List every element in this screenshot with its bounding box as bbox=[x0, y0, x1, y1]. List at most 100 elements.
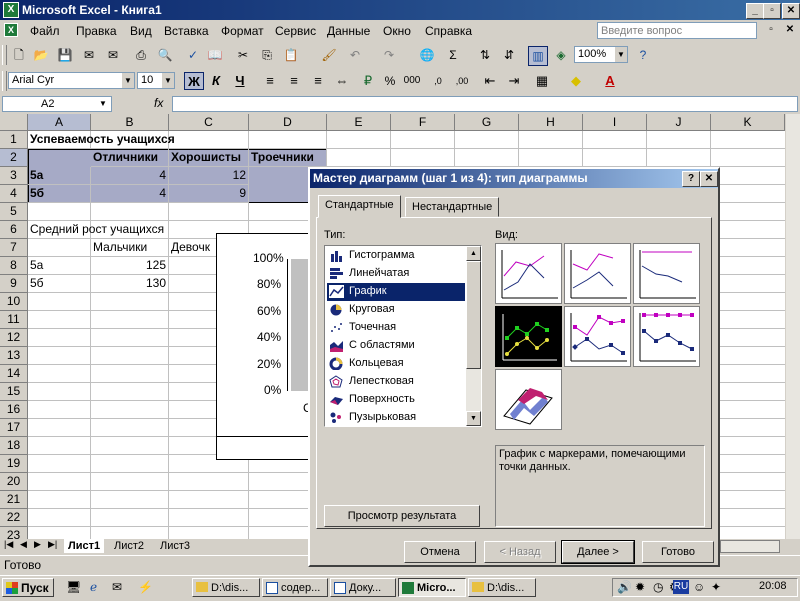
next-button[interactable]: Далее > bbox=[561, 540, 635, 564]
help-icon[interactable]: ? bbox=[634, 46, 652, 64]
taskbar-item[interactable]: D:\dis... bbox=[192, 578, 260, 597]
menu-format[interactable]: Формат bbox=[221, 24, 264, 38]
doc-restore-button[interactable]: ▫ bbox=[763, 23, 779, 37]
mail-icon[interactable]: ✉ bbox=[104, 46, 122, 64]
maximize-button[interactable]: ▫ bbox=[763, 3, 781, 19]
preview-result-button[interactable]: Просмотр результата bbox=[324, 505, 480, 527]
row-header[interactable]: 9 bbox=[0, 275, 28, 293]
font-name-select[interactable]: Arial Cyr ▼ bbox=[8, 72, 135, 89]
row-header[interactable]: 15 bbox=[0, 383, 28, 401]
currency-icon[interactable]: ₽ bbox=[358, 72, 378, 90]
cell-a8[interactable]: 5а bbox=[28, 257, 91, 275]
formula-input[interactable] bbox=[172, 96, 798, 112]
volume-icon[interactable]: 🔊 bbox=[617, 580, 632, 594]
scroll-up-icon[interactable]: ▲ bbox=[466, 246, 481, 261]
show-desktop-icon[interactable]: 🖥 bbox=[66, 580, 81, 594]
start-button[interactable]: Пуск bbox=[2, 578, 54, 597]
sheet-tab-3[interactable]: Лист3 bbox=[156, 539, 194, 553]
row-header[interactable]: 14 bbox=[0, 365, 28, 383]
select-all-corner[interactable] bbox=[0, 114, 28, 131]
save-icon[interactable]: 💾 bbox=[56, 46, 74, 64]
chart-type-item[interactable]: Пузырьковая bbox=[327, 409, 465, 426]
cell-a1[interactable]: Успеваемость учащихся bbox=[28, 131, 228, 149]
row-header[interactable]: 23 bbox=[0, 527, 28, 539]
row-header[interactable]: 22 bbox=[0, 509, 28, 527]
row-header[interactable]: 3 bbox=[0, 167, 28, 185]
minimize-button[interactable]: _ bbox=[746, 3, 764, 19]
back-button[interactable]: < Назад bbox=[484, 541, 556, 563]
subtype-line[interactable] bbox=[495, 243, 562, 304]
cell-d2[interactable]: Троечники bbox=[249, 149, 327, 167]
cut-icon[interactable]: ✂ bbox=[234, 46, 252, 64]
chevron-down-icon[interactable]: ▼ bbox=[162, 73, 174, 88]
menu-tools[interactable]: Сервис bbox=[275, 24, 316, 38]
prev-sheet-icon[interactable]: ◀ bbox=[20, 539, 27, 550]
column-header-e[interactable]: E bbox=[327, 114, 391, 131]
sort-ascending-icon[interactable]: ⇅ bbox=[476, 46, 494, 64]
sheet-tab-1[interactable]: Лист1 bbox=[64, 539, 105, 553]
quick-launch-icon[interactable]: ⚡ bbox=[138, 580, 153, 594]
cell-b2[interactable]: Отличники bbox=[91, 149, 169, 167]
menu-window[interactable]: Окно bbox=[383, 24, 411, 38]
spelling-icon[interactable]: ✓ bbox=[184, 46, 202, 64]
fill-color-icon[interactable]: ◆ bbox=[566, 72, 586, 90]
tab-custom[interactable]: Нестандартные bbox=[405, 197, 500, 217]
subtype-100-stacked-line-markers[interactable] bbox=[633, 306, 700, 367]
chevron-down-icon[interactable]: ▼ bbox=[615, 47, 627, 62]
menu-file[interactable]: Файл bbox=[30, 24, 60, 38]
menu-data[interactable]: Данные bbox=[327, 24, 370, 38]
messenger-icon[interactable]: ✦ bbox=[711, 580, 721, 594]
print-preview-icon[interactable]: 🔍 bbox=[156, 46, 174, 64]
chart-type-scrollbar[interactable]: ▲ ▼ bbox=[466, 246, 481, 426]
row-header[interactable]: 2 bbox=[0, 149, 28, 167]
column-header-f[interactable]: F bbox=[391, 114, 455, 131]
taskbar-item-active[interactable]: Micro... bbox=[398, 578, 466, 597]
print-icon[interactable]: ⎙ bbox=[132, 46, 150, 64]
chart-type-item[interactable]: С областями bbox=[327, 337, 465, 355]
increase-indent-icon[interactable]: ⇥ bbox=[504, 72, 524, 90]
taskbar-item[interactable]: D:\dis... bbox=[468, 578, 536, 597]
copy-icon[interactable]: ⎘ bbox=[258, 46, 276, 64]
cell-b3[interactable]: 4 bbox=[91, 167, 169, 185]
redo-icon[interactable]: ↷ bbox=[380, 46, 398, 64]
doc-close-button[interactable]: ✕ bbox=[782, 23, 798, 37]
cancel-button[interactable]: Отмена bbox=[404, 541, 476, 563]
help-question-input[interactable]: Введите вопрос bbox=[597, 22, 757, 39]
close-button[interactable]: ✕ bbox=[782, 3, 800, 19]
zoom-select[interactable]: 100% ▼ bbox=[574, 46, 628, 63]
column-header-a[interactable]: A bbox=[28, 114, 91, 131]
dialog-help-button[interactable]: ? bbox=[682, 171, 700, 187]
font-size-select[interactable]: 10 ▼ bbox=[137, 72, 175, 89]
row-header[interactable]: 4 bbox=[0, 185, 28, 203]
cell-c7[interactable]: Девочк bbox=[169, 239, 219, 257]
cell-c3[interactable]: 12 bbox=[169, 167, 249, 185]
menu-help[interactable]: Справка bbox=[425, 24, 472, 38]
taskbar-item[interactable]: Доку... bbox=[330, 578, 396, 597]
column-header-i[interactable]: I bbox=[583, 114, 647, 131]
cell-b4[interactable]: 4 bbox=[91, 185, 169, 203]
row-header[interactable]: 11 bbox=[0, 311, 28, 329]
row-header[interactable]: 18 bbox=[0, 437, 28, 455]
chart-type-item[interactable]: Гистограмма bbox=[327, 247, 465, 265]
chart-wizard-icon[interactable]: ▥ bbox=[528, 46, 548, 66]
outlook-icon[interactable]: ✉ bbox=[112, 580, 122, 594]
column-header-c[interactable]: C bbox=[169, 114, 249, 131]
menu-view[interactable]: Вид bbox=[130, 24, 152, 38]
first-sheet-icon[interactable]: |◀ bbox=[4, 539, 13, 550]
excel-app-icon[interactable]: X bbox=[3, 2, 19, 18]
cell-b9[interactable]: 130 bbox=[91, 275, 169, 293]
borders-icon[interactable]: ▦ bbox=[532, 72, 552, 90]
column-header-k[interactable]: K bbox=[711, 114, 785, 131]
cell-a3[interactable]: 5а bbox=[28, 167, 91, 185]
internet-explorer-icon[interactable]: ℯ bbox=[90, 580, 97, 594]
open-folder-icon[interactable]: 📂 bbox=[32, 46, 50, 64]
name-box[interactable]: A2 ▼ bbox=[2, 96, 112, 112]
subtype-3d-line[interactable] bbox=[495, 369, 562, 430]
cell-a4[interactable]: 5б bbox=[28, 185, 91, 203]
cell-a6[interactable]: Средний рост учащихся bbox=[28, 221, 228, 239]
menu-insert[interactable]: Вставка bbox=[164, 24, 209, 38]
row-header[interactable]: 5 bbox=[0, 203, 28, 221]
scroll-down-icon[interactable]: ▼ bbox=[466, 411, 481, 426]
chart-type-item-selected[interactable]: График bbox=[327, 283, 465, 301]
font-color-icon[interactable]: A bbox=[600, 72, 620, 90]
